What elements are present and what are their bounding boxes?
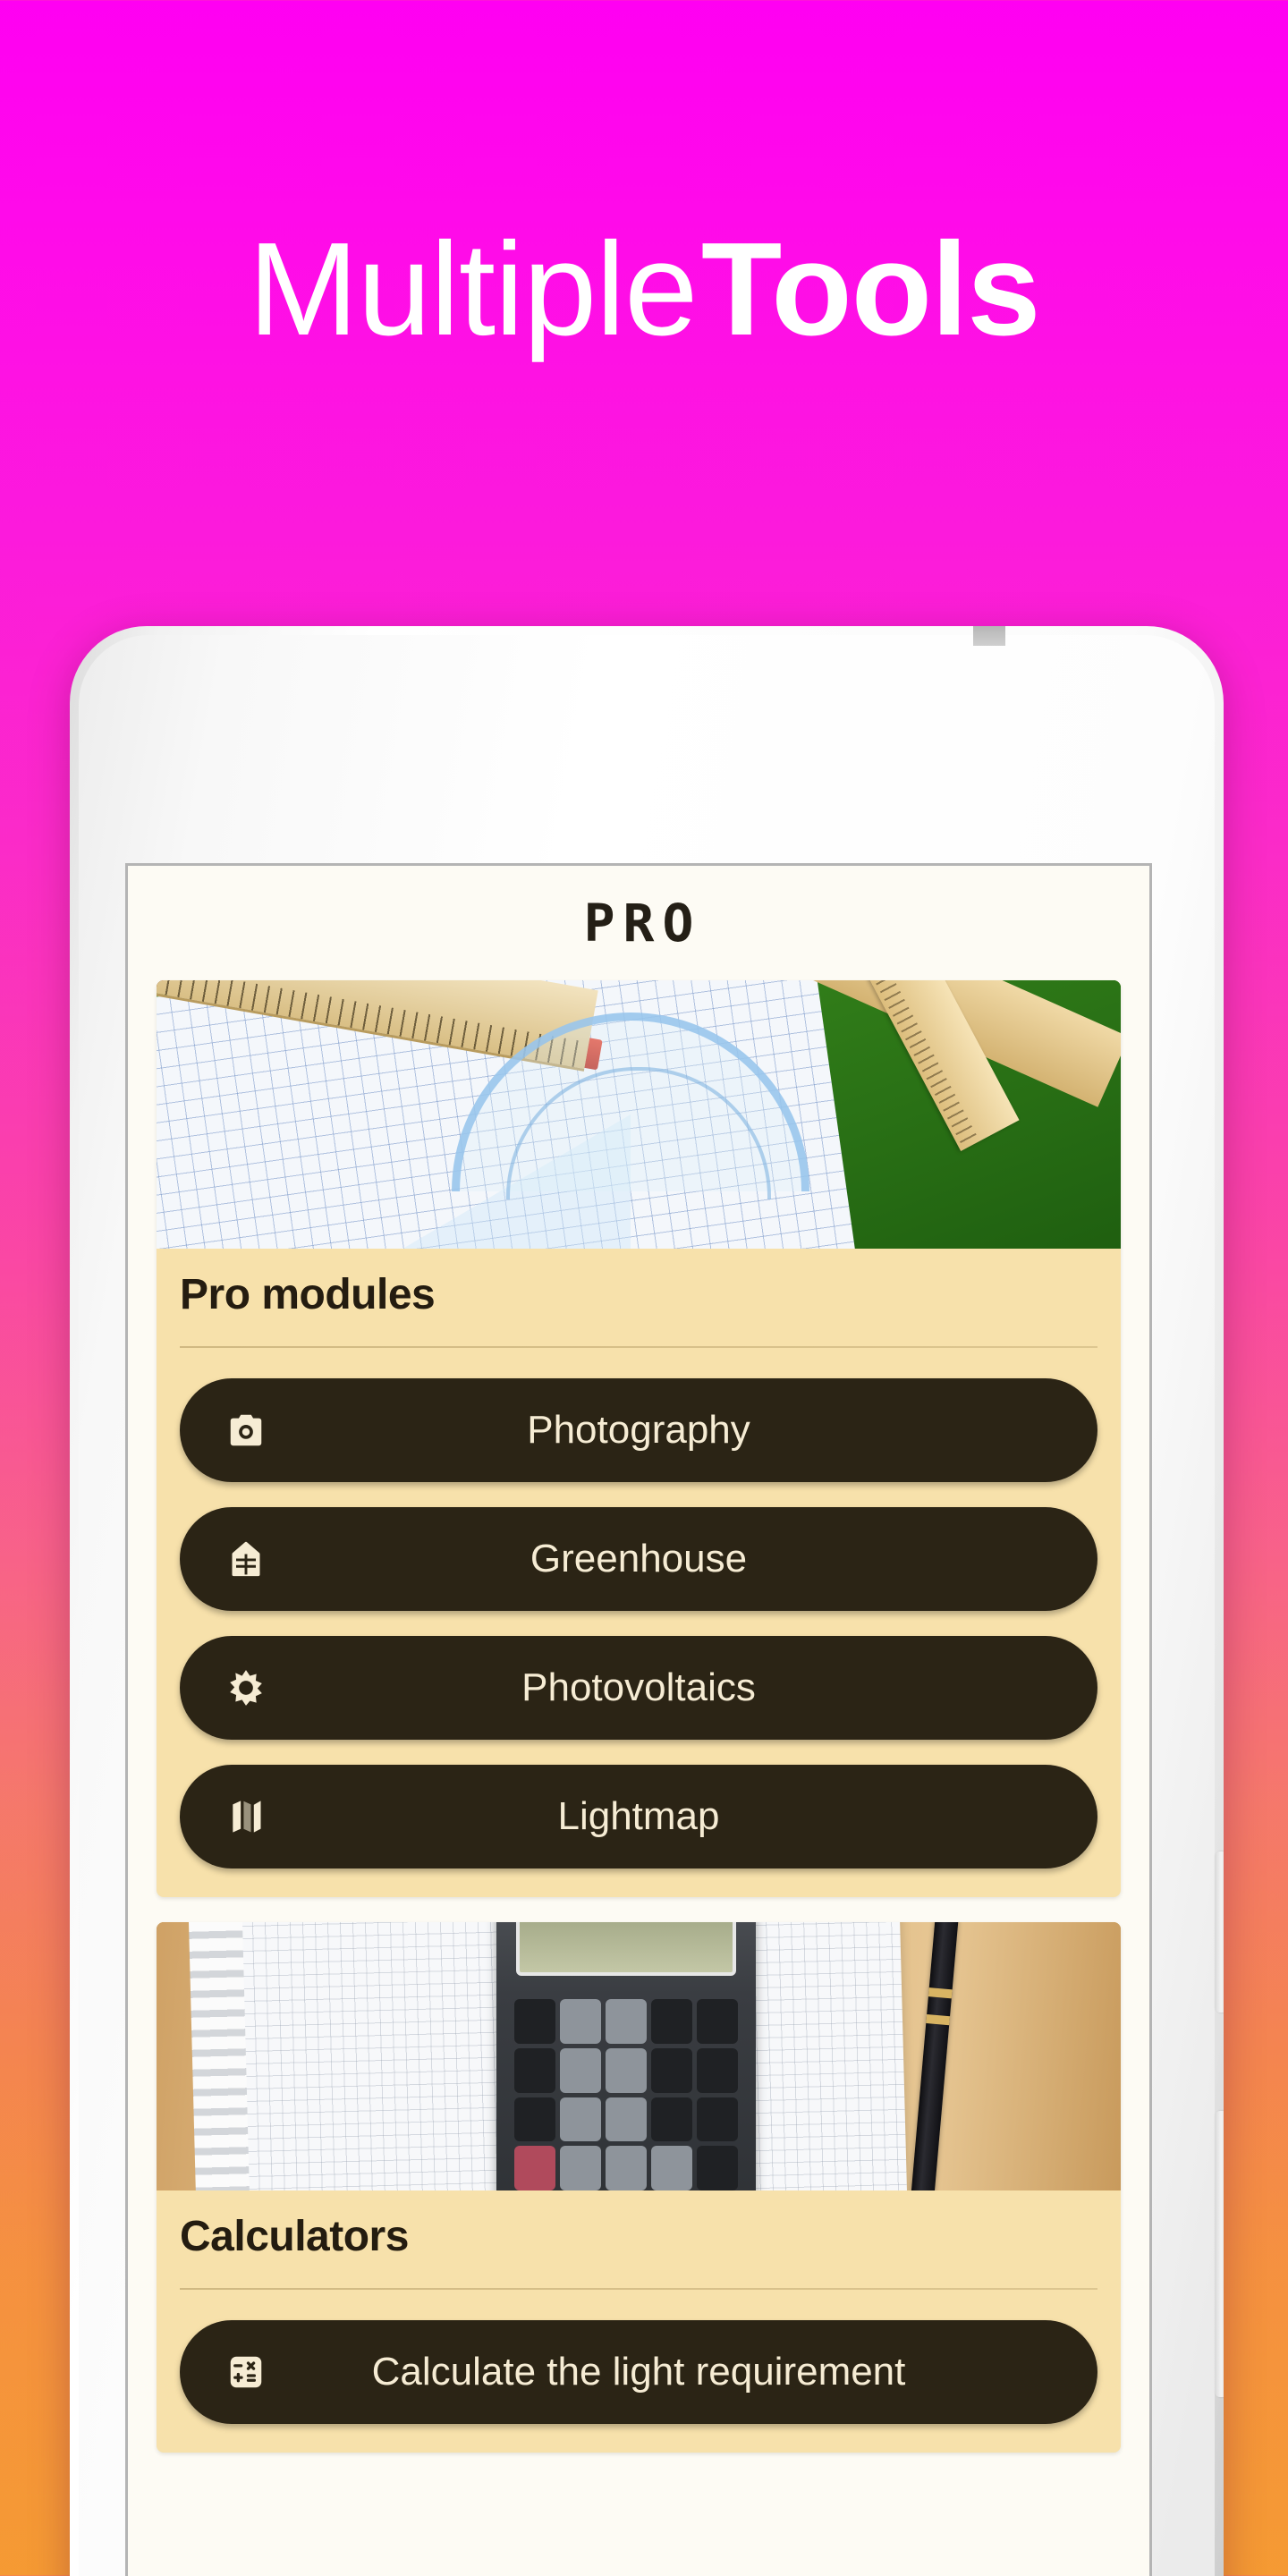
power-button[interactable]	[1215, 1852, 1224, 2012]
rulers-protractor-image	[157, 980, 1121, 1249]
card-photo-rulers	[157, 980, 1121, 1249]
button-label-greenhouse: Greenhouse	[530, 1537, 748, 1580]
card-body-pro-modules: Pro modules Photography Greenhouse Photo…	[157, 1249, 1121, 1897]
phone-mockup: PRO Pro modules Photography Greenhouse P…	[70, 626, 1224, 2576]
button-calculate-light-requirement[interactable]: Calculate the light requirement	[180, 2320, 1097, 2424]
phone-screen: PRO Pro modules Photography Greenhouse P…	[125, 863, 1152, 2576]
image-calculator-display	[516, 1922, 736, 1976]
hero-headline: Multiple Tools	[0, 224, 1288, 356]
image-calculator	[496, 1922, 756, 2190]
button-photovoltaics[interactable]: Photovoltaics	[180, 1636, 1097, 1740]
greenhouse-icon	[221, 1534, 271, 1584]
card-title-calculators: Calculators	[180, 2213, 409, 2260]
card-calculators: Calculators Calculate the light requirem…	[157, 1922, 1121, 2453]
volume-button[interactable]	[1215, 2111, 1224, 2397]
button-lightmap[interactable]: Lightmap	[180, 1765, 1097, 1868]
calculator-icon	[221, 2347, 271, 2397]
card-divider	[180, 2288, 1097, 2290]
hero-headline-bold: Tools	[700, 216, 1041, 363]
card-photo-calculator	[157, 1922, 1121, 2190]
button-label-photography: Photography	[527, 1408, 750, 1452]
antenna-band	[973, 626, 1005, 646]
button-label-calculate-light-requirement: Calculate the light requirement	[371, 2350, 906, 2394]
button-label-lightmap: Lightmap	[557, 1794, 720, 1838]
app-content: Pro modules Photography Greenhouse Photo…	[128, 980, 1149, 2453]
card-body-calculators: Calculators Calculate the light requirem…	[157, 2190, 1121, 2453]
hero-headline-light: Multiple	[248, 216, 698, 363]
card-divider	[180, 1346, 1097, 1348]
camera-icon	[221, 1405, 271, 1455]
image-spiral-binding	[188, 1922, 250, 2190]
card-pro-modules: Pro modules Photography Greenhouse Photo…	[157, 980, 1121, 1897]
map-icon	[221, 1792, 271, 1842]
card-title-pro-modules: Pro modules	[180, 1271, 436, 1318]
calculator-notebook-image	[157, 1922, 1121, 2190]
app-title: PRO	[583, 893, 702, 953]
image-calculator-keypad	[514, 1999, 738, 2190]
button-label-photovoltaics: Photovoltaics	[521, 1665, 756, 1709]
app-bar: PRO	[128, 866, 1149, 980]
button-photography[interactable]: Photography	[180, 1378, 1097, 1482]
sun-icon	[221, 1663, 271, 1713]
button-greenhouse[interactable]: Greenhouse	[180, 1507, 1097, 1611]
